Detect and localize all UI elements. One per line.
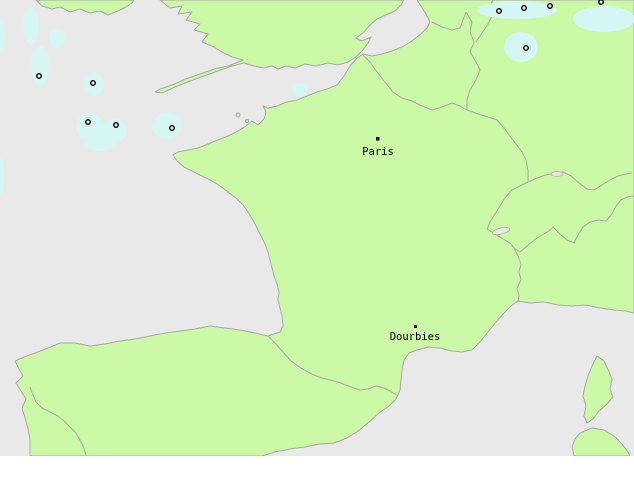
precip-marker-icon: [523, 45, 529, 51]
precip-patch: [573, 6, 634, 32]
land-channel-island: [244, 118, 250, 124]
precip-marker-icon: [496, 8, 502, 14]
precip-patch: [31, 46, 49, 86]
precip-patch: [49, 28, 65, 48]
precip-marker-icon: [36, 73, 42, 79]
weather-map-page: Paris Dourbies Precipitation [mm] GFS 0.…: [0, 0, 634, 490]
precip-marker-icon: [85, 119, 91, 125]
precip-patch: [84, 135, 116, 151]
precip-marker-icon: [90, 80, 96, 86]
city-label-paris: Paris: [362, 146, 394, 158]
precip-patch: [23, 7, 39, 45]
dourbies-marker-icon: [414, 325, 417, 328]
precip-patch: [504, 32, 538, 62]
land-channel-island: [235, 112, 241, 118]
city-label-dourbies: Dourbies: [390, 331, 441, 343]
precip-marker-icon: [521, 5, 527, 11]
precip-patch: [292, 83, 308, 97]
precip-marker-icon: [113, 122, 119, 128]
precip-patch: [152, 113, 182, 139]
map-canvas: Paris Dourbies: [0, 0, 634, 456]
precip-marker-icon: [169, 125, 175, 131]
precip-marker-icon: [598, 0, 604, 5]
paris-marker-icon: [376, 137, 380, 141]
precip-patch: [477, 1, 557, 19]
lake-constance: [550, 171, 564, 177]
legend-band: Precipitation [mm] GFS 0.10.512510152025…: [0, 456, 634, 490]
precip-marker-icon: [547, 3, 553, 9]
